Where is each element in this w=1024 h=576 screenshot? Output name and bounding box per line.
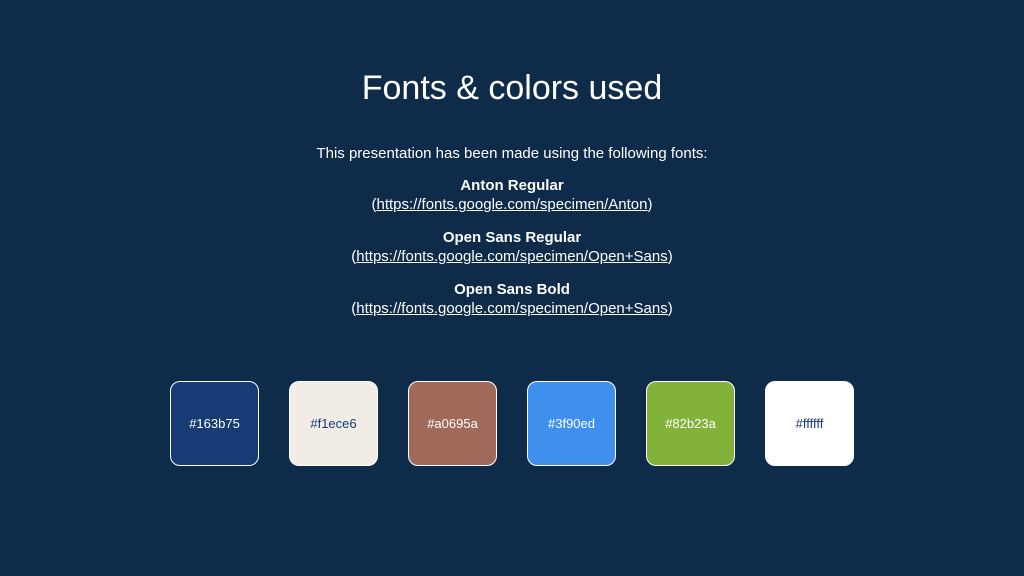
- swatch-label: #3f90ed: [548, 416, 595, 431]
- font-name: Open Sans Bold: [454, 281, 570, 298]
- color-swatch: #ffffff: [765, 381, 854, 466]
- font-link[interactable]: https://fonts.google.com/specimen/Open+S…: [356, 300, 667, 317]
- font-link[interactable]: https://fonts.google.com/specimen/Anton: [377, 196, 648, 213]
- color-swatch: #a0695a: [408, 381, 497, 466]
- font-entry-anton-regular: Anton Regular (https://fonts.google.com/…: [0, 176, 1024, 214]
- close-paren: ): [667, 248, 673, 265]
- close-paren: ): [667, 300, 673, 317]
- swatch-label: #a0695a: [427, 416, 478, 431]
- font-entry-open-sans-regular: Open Sans Regular (https://fonts.google.…: [0, 228, 1024, 266]
- slide: Fonts & colors used This presentation ha…: [0, 0, 1024, 576]
- close-paren: ): [647, 196, 653, 213]
- font-url-line: (https://fonts.google.com/specimen/Open+…: [0, 247, 1024, 266]
- intro-text: This presentation has been made using th…: [316, 145, 708, 162]
- swatch-label: #82b23a: [665, 416, 716, 431]
- swatch-label: #ffffff: [795, 416, 824, 431]
- font-name: Open Sans Regular: [442, 229, 582, 246]
- font-entry-open-sans-bold: Open Sans Bold (https://fonts.google.com…: [0, 280, 1024, 318]
- swatch-label: #f1ece6: [310, 416, 357, 431]
- swatch-label: #163b75: [189, 416, 240, 431]
- font-name: Anton Regular: [460, 177, 564, 194]
- font-url-line: (https://fonts.google.com/specimen/Open+…: [0, 299, 1024, 318]
- color-swatch: #82b23a: [646, 381, 735, 466]
- color-swatch: #163b75: [170, 381, 259, 466]
- color-swatch: #3f90ed: [527, 381, 616, 466]
- font-link[interactable]: https://fonts.google.com/specimen/Open+S…: [356, 248, 667, 265]
- slide-title: Fonts & colors used: [361, 69, 663, 107]
- font-url-line: (https://fonts.google.com/specimen/Anton…: [0, 195, 1024, 214]
- color-swatch: #f1ece6: [289, 381, 378, 466]
- color-swatches: #163b75 #f1ece6 #a0695a #3f90ed #82b23a …: [170, 381, 854, 466]
